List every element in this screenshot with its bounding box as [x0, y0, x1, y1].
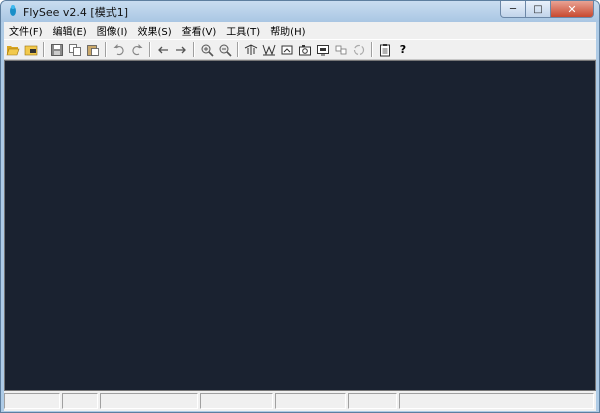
minimize-button[interactable]: ─	[500, 1, 526, 18]
status-pane	[62, 393, 98, 409]
menu-file[interactable]: 文件(F)	[4, 23, 48, 38]
undo-icon	[113, 43, 124, 55]
copy-icon	[69, 43, 81, 56]
refresh-button[interactable]	[351, 42, 367, 58]
next-button[interactable]	[173, 42, 189, 58]
status-bar	[4, 393, 596, 411]
status-pane	[200, 393, 273, 409]
close-icon: ✕	[567, 2, 577, 16]
menu-view[interactable]: 查看(V)	[177, 23, 222, 38]
menu-help[interactable]: 帮助(H)	[265, 23, 310, 38]
title-bar[interactable]: FlySee v2.4 [模式1] ─ □ ✕	[1, 1, 599, 22]
menu-effects[interactable]: 效果(S)	[132, 23, 176, 38]
save-button[interactable]	[49, 42, 65, 58]
flip-horizontal-icon	[262, 44, 276, 55]
toolbar-separator	[149, 42, 151, 57]
arrow-right-icon	[176, 46, 186, 53]
status-pane	[399, 393, 594, 409]
save-icon	[51, 43, 63, 56]
zoom-out-button[interactable]	[217, 42, 233, 58]
toolbar: ?	[4, 39, 596, 60]
paste-icon	[87, 44, 99, 56]
toolbar-separator	[371, 42, 373, 57]
slideshow-button[interactable]	[333, 42, 349, 58]
arrow-left-icon	[158, 46, 168, 53]
browse-button[interactable]	[23, 42, 39, 58]
capture-button[interactable]	[297, 42, 313, 58]
toolbar-separator	[193, 42, 195, 57]
zoom-in-button[interactable]	[199, 42, 215, 58]
flip-horizontal-button[interactable]	[261, 42, 277, 58]
zoom-out-icon	[219, 44, 232, 57]
minimize-icon: ─	[509, 3, 517, 15]
flip-vertical-button[interactable]	[243, 42, 259, 58]
rotate-button[interactable]	[279, 42, 295, 58]
app-window: FlySee v2.4 [模式1] ─ □ ✕ 文件(F) 编辑(E) 图像(I…	[0, 0, 600, 413]
undo-button[interactable]	[111, 42, 127, 58]
app-logo-icon	[10, 5, 16, 16]
copy-button[interactable]	[67, 42, 83, 58]
status-pane	[4, 393, 60, 409]
toolbar-separator	[105, 42, 107, 57]
redo-button[interactable]	[129, 42, 145, 58]
refresh-icon	[353, 44, 365, 55]
help-icon: ?	[399, 43, 407, 56]
open-button[interactable]	[5, 42, 21, 58]
settings-button[interactable]	[377, 42, 393, 58]
image-canvas[interactable]	[4, 60, 596, 391]
flip-vertical-icon	[244, 43, 258, 55]
paste-button[interactable]	[85, 42, 101, 58]
window-title: FlySee v2.4 [模式1]	[23, 6, 128, 19]
camera-icon	[299, 44, 311, 55]
rotate-icon	[281, 45, 293, 54]
client-area: 文件(F) 编辑(E) 图像(I) 效果(S) 查看(V) 工具(T) 帮助(H…	[4, 22, 596, 411]
close-button[interactable]: ✕	[551, 1, 594, 18]
maximize-icon: □	[533, 3, 543, 15]
toolbar-separator	[237, 42, 239, 57]
menu-edit[interactable]: 编辑(E)	[48, 23, 92, 38]
folder-browse-icon	[24, 45, 38, 55]
screen-icon	[317, 44, 329, 55]
caption-buttons: ─ □ ✕	[500, 1, 594, 18]
redo-icon	[132, 43, 143, 55]
folder-open-icon	[6, 45, 20, 55]
maximize-button[interactable]: □	[526, 1, 551, 18]
menu-bar: 文件(F) 编辑(E) 图像(I) 效果(S) 查看(V) 工具(T) 帮助(H…	[4, 22, 596, 38]
zoom-in-icon	[201, 44, 214, 57]
menu-image[interactable]: 图像(I)	[92, 23, 133, 38]
toolbar-separator	[43, 42, 45, 57]
screen-capture-button[interactable]	[315, 42, 331, 58]
slideshow-icon	[335, 45, 347, 54]
previous-button[interactable]	[155, 42, 171, 58]
help-button[interactable]: ?	[395, 42, 411, 58]
clipboard-icon	[380, 43, 390, 56]
menu-tools[interactable]: 工具(T)	[221, 23, 265, 38]
status-pane	[275, 393, 346, 409]
status-pane	[100, 393, 198, 409]
status-pane	[348, 393, 397, 409]
